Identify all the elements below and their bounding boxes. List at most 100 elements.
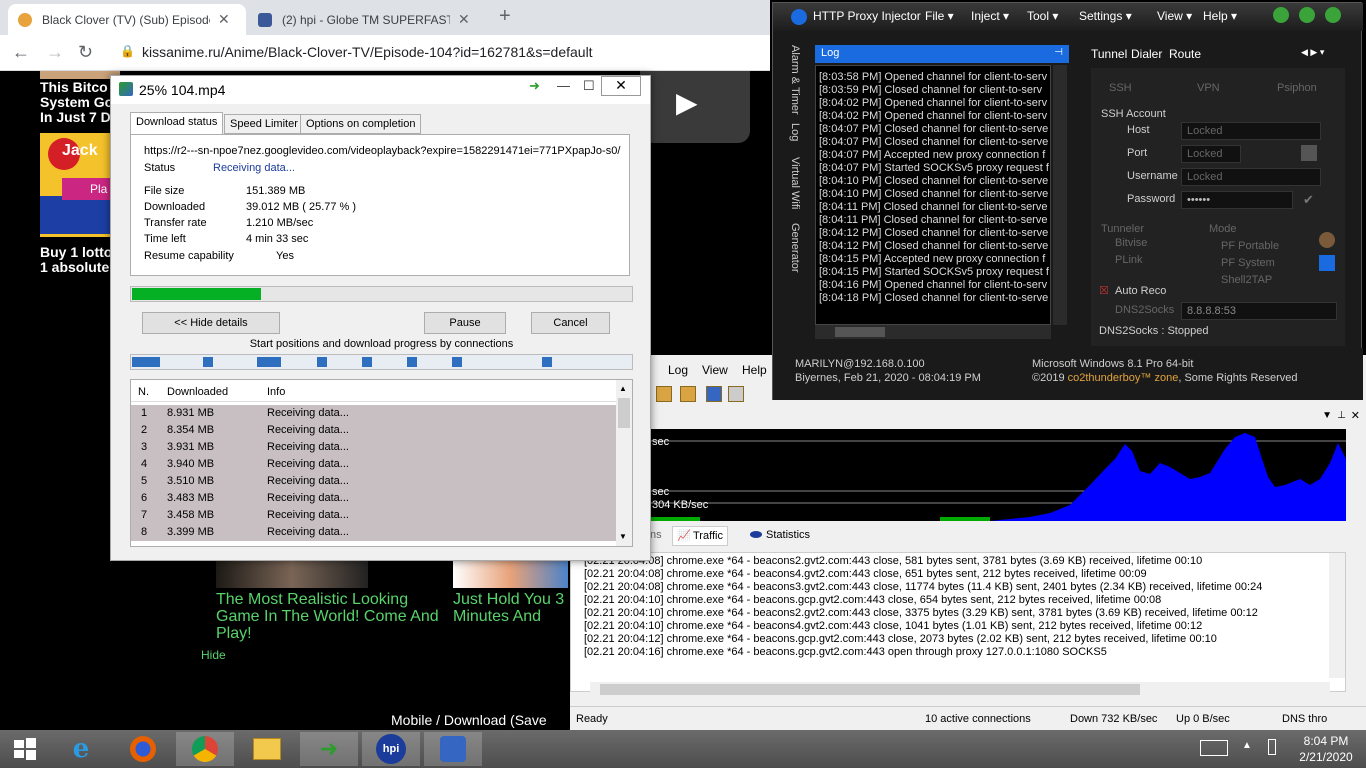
play-icon[interactable]: ▶ <box>676 86 698 119</box>
log-row[interactable]: [02.21 20:04:10] chrome.exe *64 - beacon… <box>584 594 1161 606</box>
table-row[interactable]: 2 8.354 MB Receiving data... <box>131 422 616 439</box>
close-icon[interactable] <box>1325 7 1341 23</box>
reload-icon[interactable]: ↻ <box>78 42 93 63</box>
taskbar-hpi[interactable]: hpi <box>362 732 420 766</box>
pause-button[interactable]: Pause <box>424 312 506 334</box>
menu-file[interactable]: File ▾ <box>925 9 954 23</box>
system-clock[interactable]: 8:04 PM 2/21/2020 <box>1296 733 1356 765</box>
close-icon[interactable]: ✕ <box>601 76 641 96</box>
close-panel-icon[interactable]: ✕ <box>1351 409 1360 422</box>
log-row[interactable]: [02.21 20:04:16] chrome.exe *64 - beacon… <box>584 646 1107 658</box>
lotto-ad-caption[interactable]: Buy 1 lotto 1 absolute <box>40 245 120 275</box>
ad-headline-2[interactable]: Just Hold You 3 Minutes And <box>453 591 573 625</box>
log-row[interactable]: [02.21 20:04:10] chrome.exe *64 - beacon… <box>584 607 1258 619</box>
port-field[interactable]: Locked <box>1181 145 1241 163</box>
table-row[interactable]: 1 8.931 MB Receiving data... <box>131 405 616 422</box>
tab-download-status[interactable]: Download status <box>130 112 224 134</box>
tab-tunnel[interactable]: Tunnel <box>1091 47 1127 61</box>
show-hidden-icons-icon[interactable]: ▲ <box>1242 740 1252 751</box>
settings-icon[interactable] <box>680 386 696 402</box>
tab-speed-limiter[interactable]: Speed Limiter <box>224 114 304 134</box>
back-icon[interactable]: ← <box>12 42 30 63</box>
taskbar-chrome[interactable] <box>176 732 234 766</box>
mode-pf-system[interactable]: PF System <box>1221 257 1275 269</box>
log-vscroll[interactable] <box>1329 553 1345 678</box>
tab-options-on-completion[interactable]: Options on completion <box>300 114 422 134</box>
tab-log[interactable]: Log <box>789 123 801 141</box>
column-n[interactable]: N. <box>138 386 149 398</box>
log-hscroll[interactable] <box>590 682 1330 697</box>
mode-psiphon[interactable]: Psiphon <box>1277 82 1317 94</box>
ad-headline-game[interactable]: The Most Realistic Looking Game In The W… <box>216 591 446 642</box>
add-rule-icon[interactable] <box>656 386 672 402</box>
brand-link[interactable]: co2thunderboy™ zone <box>1068 372 1179 384</box>
battery-icon[interactable] <box>1268 739 1276 755</box>
table-row[interactable]: 6 3.483 MB Receiving data... <box>131 490 616 507</box>
menu-tool[interactable]: Tool ▾ <box>1027 9 1058 23</box>
gear-icon[interactable] <box>1319 232 1335 248</box>
tab-route[interactable]: Route <box>1169 47 1201 61</box>
tab-traffic[interactable]: 📈 Traffic <box>672 526 728 546</box>
menu-view[interactable]: View <box>702 363 728 377</box>
log-row[interactable]: [02.21 20:04:08] chrome.exe *64 - beacon… <box>584 581 1262 593</box>
taskbar-firefox[interactable] <box>114 732 172 766</box>
refresh-icon[interactable] <box>1319 255 1335 271</box>
menu-inject[interactable]: Inject ▾ <box>971 9 1009 23</box>
pin-icon[interactable]: ⊣ <box>1054 47 1063 58</box>
scroll-up-icon[interactable]: ▲ <box>619 384 627 393</box>
tab-connections[interactable]: ns <box>650 529 662 541</box>
table-row[interactable]: 8 3.399 MB Receiving data... <box>131 524 616 541</box>
url-input[interactable]: kissanime.ru/Anime/Black-Clover-TV/Episo… <box>142 44 593 60</box>
table-row[interactable]: 7 3.458 MB Receiving data... <box>131 507 616 524</box>
log-vscroll[interactable] <box>1053 65 1067 325</box>
tab-alarm-timer[interactable]: Alarm & Timer <box>789 45 801 115</box>
auto-reco-label[interactable]: Auto Reco <box>1115 285 1166 297</box>
mode-pf-portable[interactable]: PF Portable <box>1221 240 1279 252</box>
taskbar-netmon[interactable] <box>424 732 482 766</box>
save-icon[interactable] <box>706 386 722 402</box>
log-hscroll[interactable] <box>815 325 1051 339</box>
close-tab-icon[interactable]: ✕ <box>218 11 230 28</box>
cancel-button[interactable]: Cancel <box>531 312 610 334</box>
menu-settings[interactable]: Settings ▾ <box>1079 9 1132 23</box>
forward-icon[interactable]: → <box>46 42 64 63</box>
keyboard-icon[interactable] <box>1200 740 1228 756</box>
restore-icon[interactable] <box>1299 7 1315 23</box>
mode-ssh[interactable]: SSH <box>1109 82 1132 94</box>
hscroll-thumb[interactable] <box>600 684 1140 695</box>
dns2socks-label[interactable]: DNS2Socks <box>1115 304 1174 316</box>
log-row[interactable]: [02.21 20:04:08] chrome.exe *64 - beacon… <box>584 555 1202 567</box>
username-field[interactable]: Locked <box>1181 168 1321 186</box>
mobile-download-link[interactable]: Mobile / Download (Save <box>391 712 547 728</box>
hide-details-button[interactable]: << Hide details <box>142 312 280 334</box>
log-row[interactable]: [02.21 20:04:12] chrome.exe *64 - beacon… <box>584 633 1217 645</box>
lock-icon[interactable]: 🔒 <box>120 44 135 58</box>
menu-help[interactable]: Help ▾ <box>1203 9 1237 23</box>
close-tab-icon[interactable]: ✕ <box>458 11 470 28</box>
dns-field[interactable]: 8.8.8.8:53 <box>1181 302 1337 320</box>
taskbar-ie[interactable]: e <box>52 732 110 766</box>
new-tab-icon[interactable]: + <box>499 5 511 28</box>
menu-view[interactable]: View ▾ <box>1157 9 1192 23</box>
tab-hpi-facebook[interactable]: (2) hpi - Globe TM SUPERFAST G ✕ <box>248 4 488 35</box>
start-button[interactable] <box>0 732 50 766</box>
table-row[interactable]: 4 3.940 MB Receiving data... <box>131 456 616 473</box>
dropdown-icon[interactable]: ▼ <box>1322 410 1332 421</box>
column-info[interactable]: Info <box>267 386 285 398</box>
mode-shell2tap[interactable]: Shell2TAP <box>1221 274 1272 286</box>
tunneler-plink[interactable]: PLink <box>1115 254 1143 266</box>
tab-black-clover[interactable]: Black Clover (TV) (Sub) Episode 1 ✕ <box>8 4 246 35</box>
play-ad-button[interactable]: Pla <box>62 178 112 200</box>
hscroll-thumb[interactable] <box>835 327 885 337</box>
tab-virtual-wifi[interactable]: Virtual Wifi <box>789 157 801 209</box>
minimize-icon[interactable]: — <box>557 78 570 93</box>
tab-nav-arrows-icon[interactable]: ◀ ▶ ▾ <box>1301 47 1324 58</box>
password-field[interactable]: •••••• <box>1181 191 1293 209</box>
log-row[interactable]: [02.21 20:04:10] chrome.exe *64 - beacon… <box>584 620 1202 632</box>
menu-log[interactable]: Log <box>668 363 688 377</box>
tunneler-bitvise[interactable]: Bitvise <box>1115 237 1147 249</box>
check-icon[interactable]: ✔ <box>1303 192 1314 208</box>
scroll-down-icon[interactable]: ▼ <box>619 532 627 541</box>
minimize-icon[interactable] <box>1273 7 1289 23</box>
taskbar-explorer[interactable] <box>238 732 296 766</box>
